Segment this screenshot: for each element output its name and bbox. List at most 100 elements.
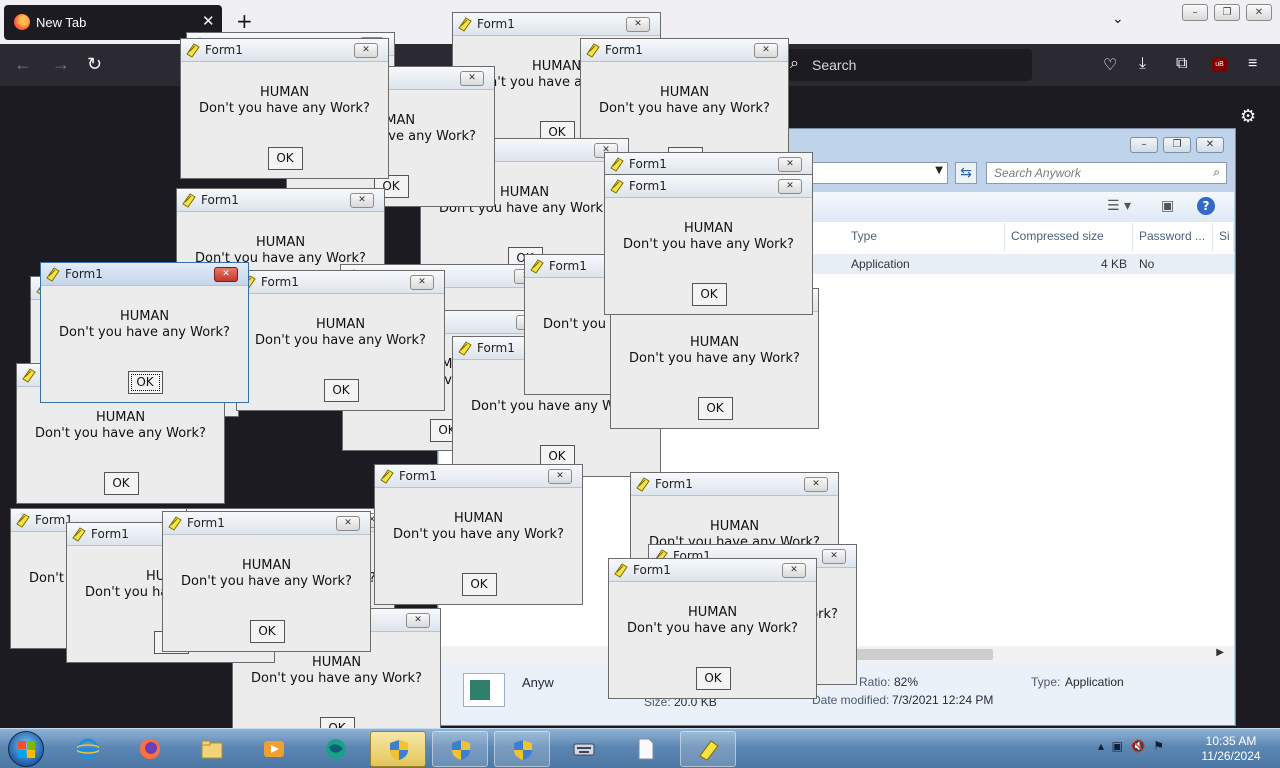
close-window-button[interactable]: ✕ <box>1246 4 1272 21</box>
ublock-origin-icon[interactable]: uB <box>1212 57 1227 72</box>
dialog-close-button[interactable]: ✕ <box>214 267 238 282</box>
ok-button[interactable]: OK <box>267 147 303 170</box>
dialog-close-button[interactable]: ✕ <box>626 17 650 32</box>
file-thumbnail <box>463 673 505 707</box>
column-header-type[interactable]: Type <box>845 222 1005 252</box>
taskbar-button-folder[interactable] <box>184 731 240 767</box>
column-header-password[interactable]: Password ... <box>1133 222 1213 252</box>
details-ratio: 82% <box>894 675 919 689</box>
dialog-close-button[interactable]: ✕ <box>350 193 374 208</box>
taskbar-button-form1[interactable] <box>680 731 736 767</box>
taskbar-button-uac-shield[interactable] <box>494 731 550 767</box>
dialog-title: Form1 <box>477 341 515 355</box>
taskbar-button-uac-shield[interactable] <box>432 731 488 767</box>
taskbar-button-blank-document[interactable] <box>618 731 674 767</box>
dialog-close-button[interactable]: ✕ <box>354 43 378 58</box>
taskbar-button-media-player[interactable] <box>246 731 302 767</box>
column-header-compressed-size[interactable]: Compressed size <box>1005 222 1133 252</box>
dialog-close-button[interactable]: ✕ <box>822 549 846 564</box>
dialog-title-bar[interactable]: Form1 ✕ <box>163 512 370 535</box>
ok-button[interactable]: OK <box>695 667 731 690</box>
address-bar[interactable]: ▼ <box>798 162 948 184</box>
help-icon[interactable]: ? <box>1197 197 1215 215</box>
clock[interactable]: 10:35 AM 11/26/2024 <box>1196 734 1266 764</box>
form1-dialog: Form1 ✕ HUMAN Don't you have any Work? O… <box>374 464 583 605</box>
form1-icon <box>636 477 650 492</box>
dialog-close-button[interactable]: ✕ <box>460 71 484 86</box>
taskbar-button-internet-explorer[interactable] <box>60 731 116 767</box>
dialog-title-bar[interactable]: Form1 ✕ <box>41 263 248 286</box>
dialog-close-button[interactable]: ✕ <box>778 157 802 172</box>
dialog-close-button[interactable]: ✕ <box>410 275 434 290</box>
dialog-title: Form1 <box>65 267 103 281</box>
ok-button[interactable]: OK <box>691 283 727 306</box>
ok-button[interactable]: OK <box>323 379 359 402</box>
archive-close-button[interactable]: ✕ <box>1196 137 1224 153</box>
list-all-tabs-button[interactable]: ⌄ <box>1112 11 1124 27</box>
dialog-close-button[interactable]: ✕ <box>778 179 802 194</box>
archive-maximize-button[interactable]: ❐ <box>1163 137 1191 153</box>
taskbar: ▴ ▣ 🔇 ⚑ 10:35 AM 11/26/2024 <box>0 728 1280 768</box>
dialog-title-bar[interactable]: Form1 ✕ <box>605 175 812 198</box>
ok-button[interactable]: OK <box>461 573 497 596</box>
pocket-icon[interactable]: ♡ <box>1103 55 1117 75</box>
dialog-title-bar[interactable]: Form1 ✕ <box>609 559 816 582</box>
dialog-close-button[interactable]: ✕ <box>782 563 806 578</box>
dialog-title-bar[interactable]: Form1 ✕ <box>375 465 582 488</box>
dialog-message-title: HUMAN <box>255 235 306 250</box>
form1-icon <box>72 527 86 542</box>
taskbar-button-keyboard[interactable] <box>556 731 612 767</box>
dialog-title-bar[interactable]: Form1 ✕ <box>177 189 384 212</box>
folder-icon <box>201 740 223 759</box>
new-tab-settings-icon[interactable]: ⚙ <box>1240 106 1256 127</box>
dialog-close-button[interactable]: ✕ <box>336 516 360 531</box>
dialog-title-bar[interactable]: Form1 ✕ <box>181 39 388 62</box>
scroll-right-icon[interactable]: ▶ <box>1216 647 1224 658</box>
dialog-close-button[interactable]: ✕ <box>804 477 828 492</box>
ok-button[interactable]: OK <box>697 397 733 420</box>
dialog-title-bar[interactable]: Form1 ✕ <box>237 271 444 294</box>
extensions-icon[interactable]: ⧉ <box>1176 55 1187 73</box>
archive-search-input[interactable]: Search Anywork ⌕ <box>986 162 1227 184</box>
new-tab-button[interactable]: + <box>236 9 253 33</box>
taskbar-button-uac-shield[interactable] <box>370 731 426 767</box>
dialog-title: Form1 <box>629 157 667 171</box>
reload-button[interactable]: ↻ <box>87 54 102 75</box>
archive-minimize-button[interactable]: – <box>1130 137 1158 153</box>
dialog-title-bar[interactable]: Form1 ✕ <box>631 473 838 496</box>
chevron-down-icon[interactable]: ▼ <box>935 165 943 176</box>
dialog-message-title: HUMAN <box>315 317 366 332</box>
dialog-message-title: HUMAN <box>683 221 734 236</box>
ok-button[interactable]: OK <box>249 620 285 643</box>
preview-pane-icon[interactable]: ▣ <box>1161 198 1174 214</box>
dialog-close-button[interactable]: ✕ <box>548 469 572 484</box>
row-type: Application <box>851 257 910 271</box>
notification-area[interactable]: ▴ ▣ 🔇 ⚑ <box>1098 739 1164 753</box>
refresh-button[interactable]: ⇆ <box>955 162 977 184</box>
dialog-close-button[interactable]: ✕ <box>406 613 430 628</box>
ok-button[interactable]: OK <box>103 472 139 495</box>
search-placeholder: Search <box>812 57 857 73</box>
dialog-title-bar[interactable]: Form1 ✕ <box>581 39 788 62</box>
ok-button[interactable]: OK <box>127 371 163 394</box>
column-header-size[interactable]: Si <box>1213 222 1234 252</box>
back-button[interactable]: ← <box>14 54 32 75</box>
dialog-title: Form1 <box>261 275 299 289</box>
start-button[interactable] <box>8 731 44 767</box>
search-bar[interactable]: ⌕ Search <box>780 49 1032 81</box>
search-icon: ⌕ <box>790 55 799 72</box>
minimize-button[interactable]: – <box>1182 4 1208 21</box>
taskbar-button-globe[interactable] <box>308 731 364 767</box>
forward-button[interactable]: → <box>52 54 70 75</box>
tab-close-button[interactable]: ✕ <box>202 12 215 30</box>
view-options-icon[interactable]: ☰ ▾ <box>1107 198 1131 214</box>
taskbar-button-firefox[interactable] <box>122 731 178 767</box>
dialog-title-bar[interactable]: Form1 ✕ <box>453 13 660 36</box>
form1-icon <box>586 43 600 58</box>
dialog-title: Form1 <box>201 193 239 207</box>
dialog-close-button[interactable]: ✕ <box>754 43 778 58</box>
restore-button[interactable]: ❐ <box>1214 4 1240 21</box>
dialog-title-bar[interactable]: Form1 ✕ <box>605 153 812 176</box>
app-menu-icon[interactable]: ≡ <box>1248 55 1257 73</box>
downloads-icon[interactable]: ⤓ <box>1139 55 1146 73</box>
